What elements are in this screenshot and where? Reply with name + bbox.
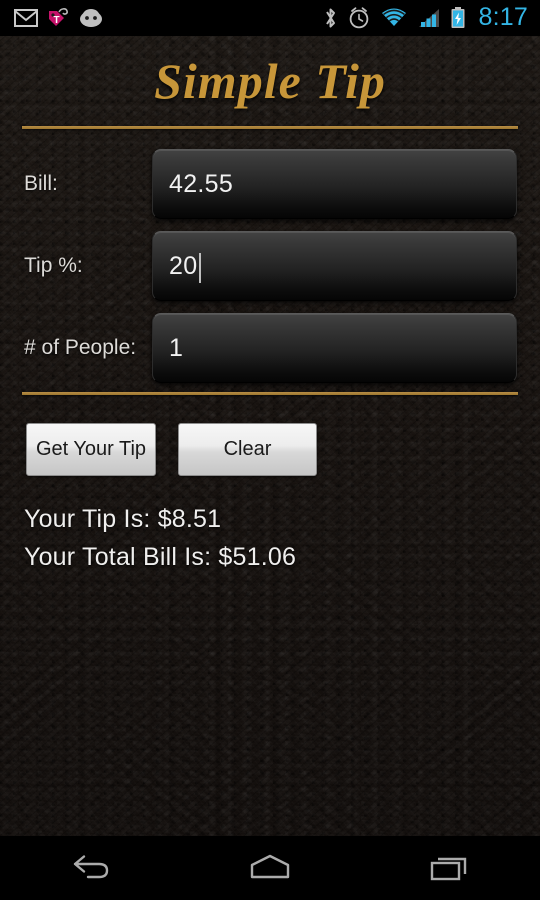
- divider-bottom: [22, 392, 518, 395]
- bill-label: Bill:: [24, 172, 58, 196]
- cell-signal-icon: [418, 9, 439, 27]
- status-bar-system-icons: 8:17: [323, 2, 540, 32]
- text-caret: [199, 253, 202, 283]
- tip-percent-input[interactable]: 20: [152, 231, 517, 301]
- gmail-icon: [14, 9, 38, 27]
- page-title: Simple Tip: [154, 53, 386, 109]
- nav-home-button[interactable]: [215, 836, 325, 900]
- results-area: Your Tip Is: $8.51 Your Total Bill Is: $…: [24, 500, 504, 576]
- tip-percent-label: Tip %:: [24, 254, 83, 278]
- recent-apps-icon: [430, 857, 467, 881]
- tip-percent-input-value: 20: [169, 251, 198, 280]
- people-count-label: # of People:: [24, 336, 137, 360]
- clear-button[interactable]: Clear: [178, 423, 317, 476]
- bill-input[interactable]: 42.55: [152, 149, 517, 219]
- wifi-icon: [381, 8, 406, 26]
- total-bill-result-text: Your Total Bill Is: $51.06: [24, 543, 297, 571]
- status-bar-notifications: T: [0, 6, 104, 30]
- svg-text:T: T: [54, 15, 60, 26]
- action-button-row: Get Your Tip Clear: [26, 423, 317, 476]
- nav-back-button[interactable]: [35, 836, 145, 900]
- divider-top: [22, 126, 518, 129]
- form-row-bill: Bill: 42.55: [0, 146, 540, 222]
- app-content: Simple Tip Bill: 42.55 Tip %: 20 # of Pe…: [0, 36, 540, 864]
- tip-result-text: Your Tip Is: $8.51: [24, 505, 222, 533]
- nav-recent-apps-button[interactable]: [395, 836, 505, 900]
- people-count-input[interactable]: 1: [152, 313, 517, 383]
- status-bar: T 8:17: [0, 0, 540, 36]
- get-your-tip-button[interactable]: Get Your Tip: [26, 423, 156, 476]
- back-arrow-icon: [73, 855, 109, 879]
- home-icon: [250, 854, 290, 879]
- alarm-clock-icon: [349, 7, 368, 29]
- people-count-input-value: 1: [169, 333, 184, 362]
- phone-screen: T 8:17 Simple Tip Bill: 42.55 Tip %: 20 …: [0, 0, 540, 900]
- android-navigation-bar: [0, 836, 540, 900]
- cyanogenmod-android-icon: [80, 9, 102, 27]
- tmobile-tag-icon: T: [49, 8, 68, 26]
- form-row-tip-percent: Tip %: 20: [0, 228, 540, 304]
- form-row-people: # of People: 1: [0, 310, 540, 386]
- status-bar-clock: 8:17: [478, 2, 528, 31]
- battery-charging-icon: [451, 7, 465, 28]
- bluetooth-icon: [325, 8, 335, 28]
- bill-input-value: 42.55: [169, 169, 234, 198]
